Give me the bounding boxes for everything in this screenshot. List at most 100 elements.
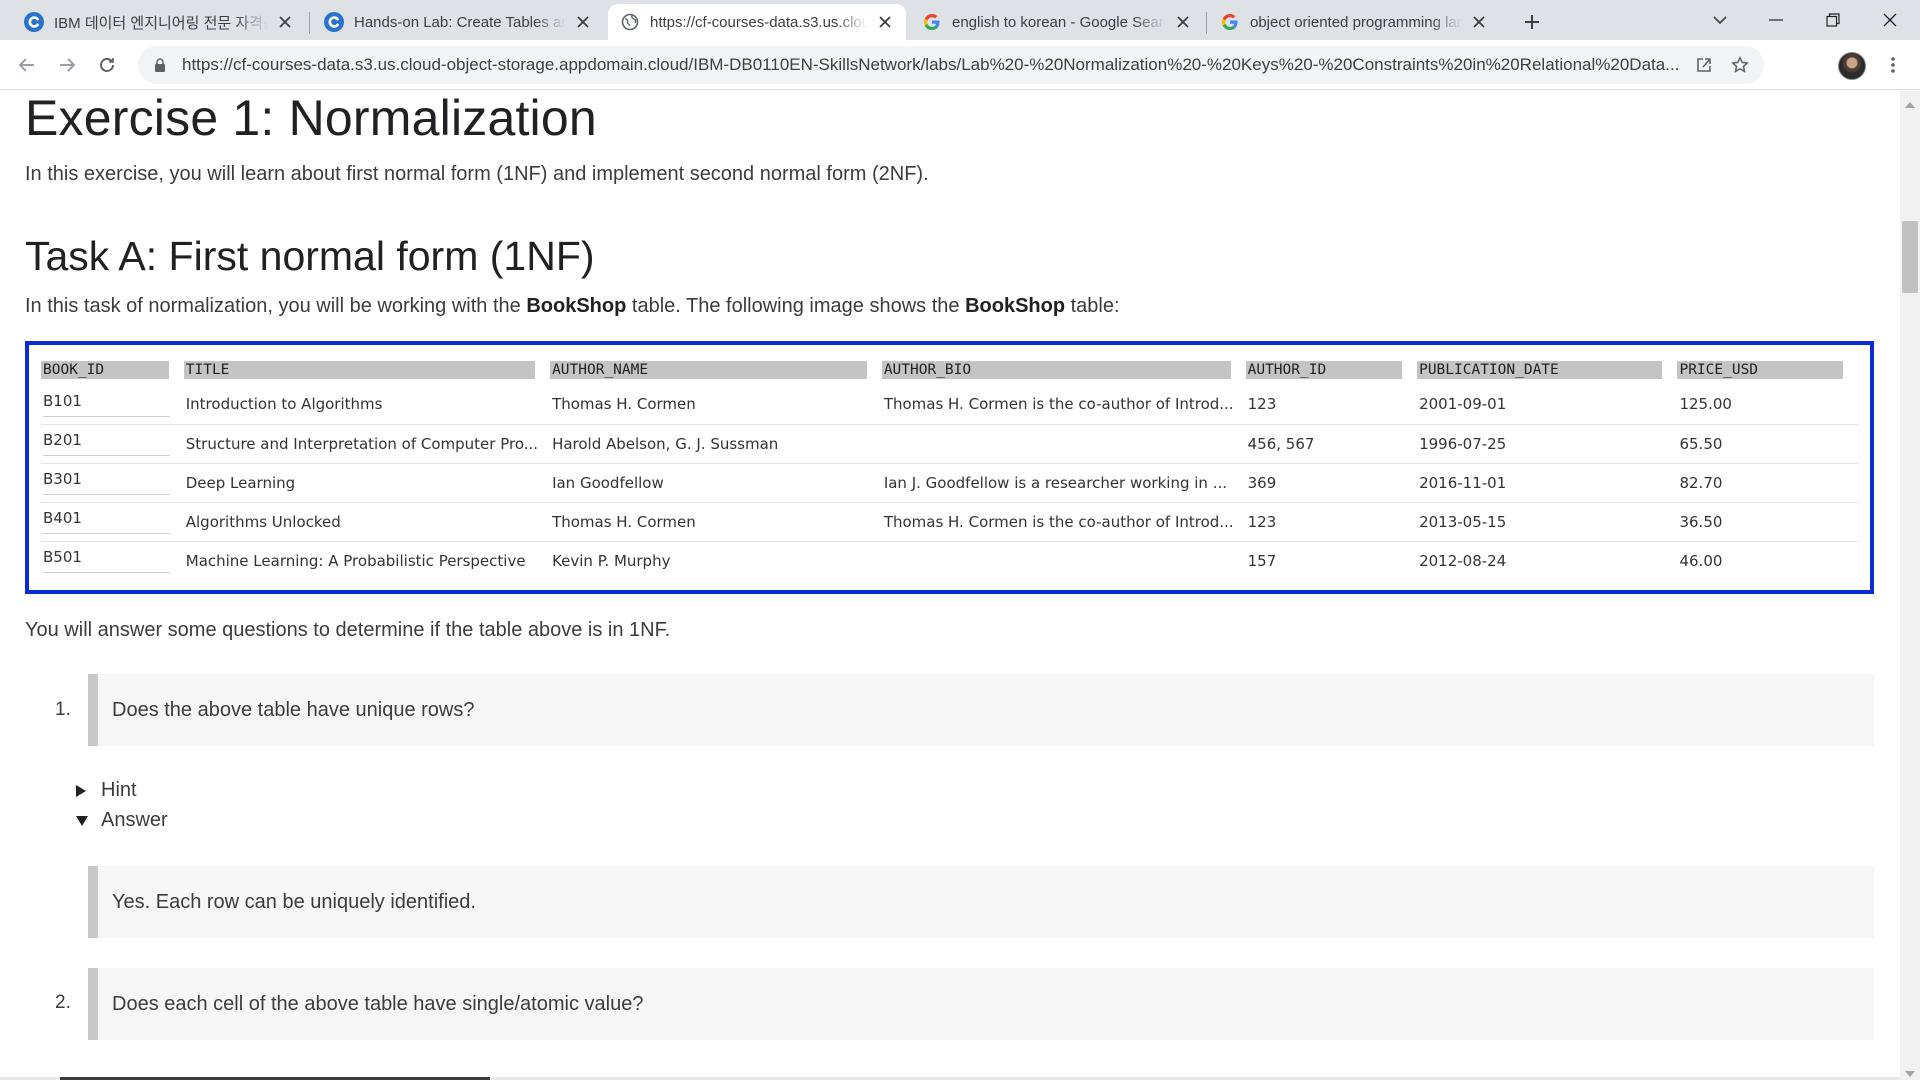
table-cell: 123	[1245, 502, 1418, 542]
column-header: AUTHOR_ID	[1245, 355, 1417, 385]
exercise-intro: In this exercise, you will learn about f…	[25, 163, 929, 185]
questions-intro: You will answer some questions to determ…	[25, 619, 671, 641]
close-icon[interactable]	[572, 11, 594, 33]
reload-button[interactable]	[91, 49, 123, 81]
task-intro-text: In this task of normalization, you will …	[25, 295, 527, 317]
scrollbar-thumb[interactable]	[1902, 221, 1918, 293]
url-text[interactable]: https://cf-courses-data.s3.us.cloud-obje…	[182, 55, 1686, 75]
table-cell: Thomas H. Cormen	[550, 502, 882, 542]
table-cell: 2013-05-15	[1417, 502, 1678, 542]
browser-tab-active[interactable]: https://cf-courses-data.s3.us.cloud	[608, 4, 906, 40]
column-header: AUTHOR_BIO	[881, 355, 1246, 385]
more-menu-icon[interactable]	[1878, 49, 1908, 81]
close-icon[interactable]	[1172, 11, 1194, 33]
table-cell: 65.50	[1677, 424, 1858, 464]
browser-tab[interactable]: object oriented programming lang	[1208, 4, 1500, 40]
hint-toggle[interactable]: Hint	[75, 779, 137, 802]
tab-separator	[1206, 12, 1207, 34]
table-cell: Ian J. Goodfellow is a researcher workin…	[881, 463, 1246, 503]
forward-button[interactable]	[51, 49, 83, 81]
table-cell: 46.00	[1679, 551, 1723, 570]
globe-icon	[620, 12, 640, 32]
table-name: BookShop	[965, 295, 1066, 317]
list-number: 1.	[55, 699, 71, 720]
close-icon[interactable]	[874, 11, 896, 33]
table-cell: Kevin P. Murphy	[552, 551, 671, 570]
coursera-icon	[24, 12, 44, 32]
table-cell: 1996-07-25	[1417, 424, 1678, 464]
table-cell: 157	[1247, 551, 1277, 570]
tab-title: object oriented programming lang	[1250, 13, 1462, 31]
question-blockquote: Does the above table have unique rows?	[88, 674, 1874, 746]
table-cell	[881, 424, 1246, 464]
table-cell: Machine Learning: A Probabilistic Perspe…	[185, 551, 526, 570]
table-cell: Ian Goodfellow	[550, 463, 882, 503]
address-bar[interactable]: https://cf-courses-data.s3.us.cloud-obje…	[138, 46, 1764, 84]
caret-right-icon	[75, 784, 95, 798]
table-cell: 82.70	[1677, 463, 1858, 503]
task-intro-text: table:	[1065, 295, 1120, 317]
question-text: Does each cell of the above table have s…	[112, 992, 644, 1015]
table-cell: Thomas H. Cormen	[550, 385, 882, 425]
scroll-down-icon[interactable]	[1905, 1064, 1915, 1080]
lock-icon[interactable]	[152, 57, 168, 73]
table-cell: B401	[41, 502, 184, 542]
browser-toolbar: https://cf-courses-data.s3.us.cloud-obje…	[0, 40, 1920, 90]
table-cell: 36.50	[1677, 502, 1858, 542]
browser-tab[interactable]: IBM 데이터 엔지니어링 전문 자격증	[12, 4, 306, 40]
table-cell: 2016-11-01	[1417, 463, 1678, 503]
caret-down-icon	[75, 815, 95, 827]
table-cell: Algorithms Unlocked	[183, 502, 551, 542]
new-tab-button[interactable]	[1516, 6, 1548, 38]
table-cell: 125.00	[1677, 385, 1858, 425]
close-icon[interactable]	[274, 11, 296, 33]
browser-tab[interactable]: english to korean - Google Search	[910, 4, 1204, 40]
vertical-scrollbar[interactable]	[1900, 91, 1920, 1080]
question-blockquote: Does each cell of the above table have s…	[88, 968, 1874, 1040]
answer-text: Yes. Each row can be uniquely identified…	[112, 890, 476, 913]
table-cell: B101	[41, 385, 184, 425]
answer-blockquote: Yes. Each row can be uniquely identified…	[88, 866, 1874, 938]
table-cell: Harold Abelson, G. J. Sussman	[550, 424, 882, 464]
table-row: B301 Deep Learning Ian Goodfellow Ian J.…	[41, 463, 1858, 503]
tab-title: https://cf-courses-data.s3.us.cloud	[650, 13, 868, 31]
table-cell	[882, 541, 1246, 580]
minimize-button[interactable]	[1748, 0, 1804, 40]
bookmark-star-icon[interactable]	[1722, 47, 1758, 83]
table-cell: B301	[41, 463, 184, 503]
tab-search-button[interactable]	[1692, 0, 1748, 40]
tab-strip: IBM 데이터 엔지니어링 전문 자격증 Hands-on Lab: Creat…	[0, 0, 1920, 40]
task-intro: In this task of normalization, you will …	[25, 295, 1120, 318]
hint-label[interactable]: Hint	[101, 779, 137, 802]
table-cell: 2012-08-24	[1419, 551, 1507, 570]
scroll-up-icon[interactable]	[1905, 95, 1915, 113]
share-icon[interactable]	[1686, 47, 1722, 83]
answer-label[interactable]: Answer	[101, 809, 168, 832]
table-header-row: BOOK_ID TITLE AUTHOR_NAME AUTHOR_BIO AUT…	[41, 355, 1858, 385]
profile-avatar[interactable]	[1838, 52, 1866, 80]
list-number: 2.	[55, 992, 71, 1013]
bookshop-table: BOOK_ID TITLE AUTHOR_NAME AUTHOR_BIO AUT…	[41, 355, 1858, 580]
tab-title: Hands-on Lab: Create Tables and	[354, 13, 566, 31]
back-button[interactable]	[11, 49, 43, 81]
table-cell: Thomas H. Cormen is the co-author of Int…	[881, 502, 1246, 542]
task-intro-text: table. The following image shows the	[626, 295, 966, 317]
tab-title: english to korean - Google Search	[952, 13, 1166, 31]
table-row: B401 Algorithms Unlocked Thomas H. Corme…	[41, 502, 1858, 542]
tab-title: IBM 데이터 엔지니어링 전문 자격증	[54, 14, 268, 32]
task-title: Task A: First normal form (1NF)	[25, 233, 595, 279]
close-window-button[interactable]	[1862, 0, 1918, 40]
table-cell: B201	[41, 424, 184, 464]
table-cell: B501	[41, 541, 184, 580]
browser-tab[interactable]: Hands-on Lab: Create Tables and	[312, 4, 604, 40]
column-header: BOOK_ID	[41, 355, 184, 385]
restore-button[interactable]	[1805, 0, 1861, 40]
answer-toggle[interactable]: Answer	[75, 809, 168, 832]
table-cell: 123	[1245, 385, 1418, 425]
column-header: AUTHOR_NAME	[550, 355, 882, 385]
google-icon	[1220, 12, 1240, 32]
table-cell: Structure and Interpretation of Computer…	[183, 424, 551, 464]
table-cell: Thomas H. Cormen is the co-author of Int…	[881, 385, 1246, 425]
close-icon[interactable]	[1468, 11, 1490, 33]
coursera-icon	[324, 12, 344, 32]
